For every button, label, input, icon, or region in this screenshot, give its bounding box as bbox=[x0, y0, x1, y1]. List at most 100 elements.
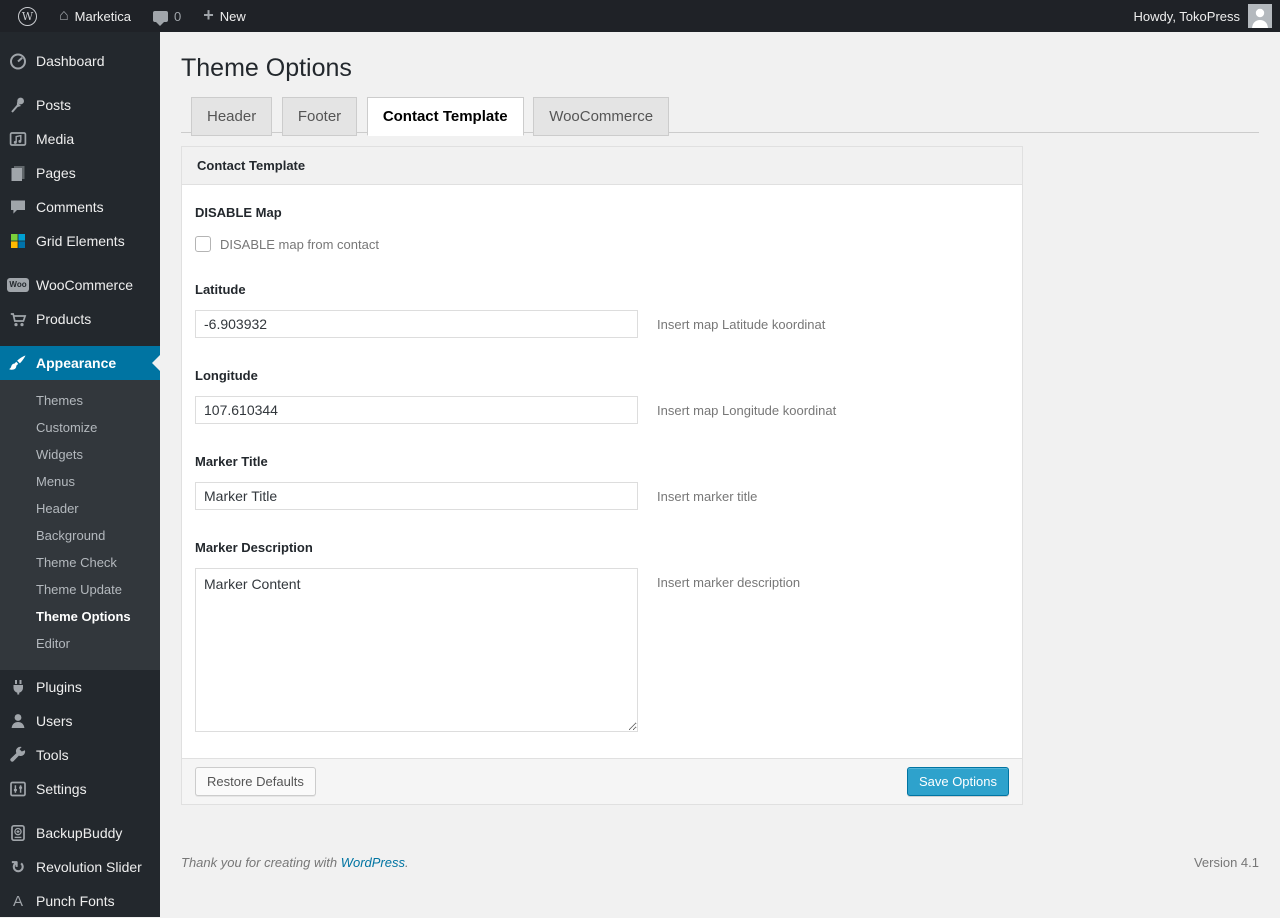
sidebar-item-dashboard[interactable]: Dashboard bbox=[0, 44, 160, 78]
sidebar-item-label: BackupBuddy bbox=[36, 826, 122, 840]
panel-footer: Restore Defaults Save Options bbox=[182, 758, 1022, 804]
menu-separator bbox=[0, 336, 160, 346]
submenu-item-theme-check[interactable]: Theme Check bbox=[0, 549, 160, 576]
sidebar-item-appearance[interactable]: Appearance bbox=[0, 346, 160, 380]
comment-bubble-icon bbox=[153, 11, 168, 22]
site-link[interactable]: ⌂ Marketica bbox=[51, 0, 139, 32]
user-icon bbox=[8, 711, 28, 731]
appearance-submenu: Themes Customize Widgets Menus Header Ba… bbox=[0, 380, 160, 670]
sidebar-item-label: Appearance bbox=[36, 356, 116, 370]
howdy-account-link[interactable]: Howdy, TokoPress bbox=[1134, 9, 1240, 24]
submenu-item-header[interactable]: Header bbox=[0, 495, 160, 522]
sidebar-item-posts[interactable]: Posts bbox=[0, 88, 160, 122]
site-name: Marketica bbox=[75, 9, 131, 24]
submenu-item-background[interactable]: Background bbox=[0, 522, 160, 549]
thanks-suffix: . bbox=[405, 855, 409, 870]
dashboard-icon bbox=[8, 51, 28, 71]
sidebar-item-grid-elements[interactable]: Grid Elements bbox=[0, 224, 160, 258]
save-options-button[interactable]: Save Options bbox=[907, 767, 1009, 796]
backup-drive-icon bbox=[8, 823, 28, 843]
cart-icon bbox=[8, 309, 28, 329]
longitude-input[interactable] bbox=[195, 396, 638, 424]
thanks-text: Thank you for creating with WordPress. bbox=[181, 855, 409, 870]
marker-title-input[interactable] bbox=[195, 482, 638, 510]
sidebar-item-media[interactable]: Media bbox=[0, 122, 160, 156]
letter-a-icon: A bbox=[8, 891, 28, 911]
sidebar-item-label: WooCommerce bbox=[36, 278, 133, 292]
submenu-item-customize[interactable]: Customize bbox=[0, 414, 160, 441]
sidebar-item-users[interactable]: Users bbox=[0, 704, 160, 738]
home-icon: ⌂ bbox=[59, 8, 69, 24]
admin-bar: W ⌂ Marketica 0 + New Howdy, TokoPress bbox=[0, 0, 1280, 32]
field-hint: Insert map Latitude koordinat bbox=[657, 317, 825, 332]
sidebar-item-label: Posts bbox=[36, 98, 71, 112]
tab-contact-template[interactable]: Contact Template bbox=[367, 97, 524, 136]
media-icon bbox=[8, 129, 28, 149]
submenu-item-editor[interactable]: Editor bbox=[0, 630, 160, 657]
disable-map-field: DISABLE Map DISABLE map from contact bbox=[195, 205, 1009, 252]
sidebar-item-label: Products bbox=[36, 312, 91, 326]
checkbox-label: DISABLE map from contact bbox=[220, 237, 379, 252]
restore-defaults-button[interactable]: Restore Defaults bbox=[195, 767, 316, 796]
submenu-item-theme-update[interactable]: Theme Update bbox=[0, 576, 160, 603]
sidebar-item-backupbuddy[interactable]: BackupBuddy bbox=[0, 816, 160, 850]
sidebar-item-label: Punch Fonts bbox=[36, 894, 115, 908]
tab-footer[interactable]: Footer bbox=[282, 97, 357, 136]
pages-icon bbox=[8, 163, 28, 183]
submenu-item-menus[interactable]: Menus bbox=[0, 468, 160, 495]
menu-separator bbox=[0, 78, 160, 88]
page-title: Theme Options bbox=[181, 32, 1259, 83]
panel-title: Contact Template bbox=[182, 147, 1022, 185]
field-label: Marker Description bbox=[195, 540, 1009, 555]
sidebar-item-settings[interactable]: Settings bbox=[0, 772, 160, 806]
new-label: New bbox=[220, 9, 246, 24]
pin-icon bbox=[8, 95, 28, 115]
latitude-field: Latitude Insert map Latitude koordinat bbox=[195, 282, 1009, 338]
menu-separator bbox=[0, 806, 160, 816]
sidebar-item-label: Tools bbox=[36, 748, 69, 762]
sidebar-item-punch-fonts[interactable]: A Punch Fonts bbox=[0, 884, 160, 918]
marker-description-textarea[interactable]: Marker Content bbox=[195, 568, 638, 732]
menu-separator bbox=[0, 258, 160, 268]
sidebar-item-label: Revolution Slider bbox=[36, 860, 142, 874]
sidebar-item-label: Media bbox=[36, 132, 74, 146]
avatar[interactable] bbox=[1248, 4, 1272, 28]
submenu-item-widgets[interactable]: Widgets bbox=[0, 441, 160, 468]
sidebar-item-woocommerce[interactable]: Woo WooCommerce bbox=[0, 268, 160, 302]
plug-icon bbox=[8, 677, 28, 697]
tab-woocommerce[interactable]: WooCommerce bbox=[533, 97, 669, 136]
submenu-item-themes[interactable]: Themes bbox=[0, 387, 160, 414]
page-footer: Thank you for creating with WordPress. V… bbox=[181, 855, 1259, 870]
version-text: Version 4.1 bbox=[1194, 855, 1259, 870]
wp-logo-menu[interactable]: W bbox=[10, 0, 45, 32]
wrench-icon bbox=[8, 745, 28, 765]
brush-icon bbox=[8, 353, 28, 373]
latitude-input[interactable] bbox=[195, 310, 638, 338]
field-hint: Insert marker title bbox=[657, 489, 757, 504]
wordpress-logo-icon: W bbox=[18, 7, 37, 26]
sidebar-item-label: Pages bbox=[36, 166, 76, 180]
sidebar-item-comments[interactable]: Comments bbox=[0, 190, 160, 224]
plus-icon: + bbox=[203, 6, 214, 24]
comments-shortcut[interactable]: 0 bbox=[145, 0, 189, 32]
sidebar-item-products[interactable]: Products bbox=[0, 302, 160, 336]
field-hint: Insert map Longitude koordinat bbox=[657, 403, 836, 418]
sidebar-item-tools[interactable]: Tools bbox=[0, 738, 160, 772]
sidebar-item-label: Settings bbox=[36, 782, 87, 796]
submenu-item-theme-options[interactable]: Theme Options bbox=[0, 603, 160, 630]
sidebar-item-plugins[interactable]: Plugins bbox=[0, 670, 160, 704]
longitude-field: Longitude Insert map Longitude koordinat bbox=[195, 368, 1009, 424]
tab-header[interactable]: Header bbox=[191, 97, 272, 136]
sidebar-item-label: Dashboard bbox=[36, 54, 105, 68]
panel-body: DISABLE Map DISABLE map from contact Lat… bbox=[182, 185, 1022, 758]
main-content: Theme Options Header Footer Contact Temp… bbox=[160, 32, 1280, 917]
disable-map-checkbox[interactable] bbox=[195, 236, 211, 252]
wordpress-link[interactable]: WordPress bbox=[341, 855, 405, 870]
new-content-menu[interactable]: + New bbox=[195, 0, 254, 32]
comment-icon bbox=[8, 197, 28, 217]
field-label: Marker Title bbox=[195, 454, 1009, 469]
tab-bar: Header Footer Contact Template WooCommer… bbox=[181, 96, 1259, 133]
sidebar-item-revolution-slider[interactable]: ↻ Revolution Slider bbox=[0, 850, 160, 884]
field-label: Latitude bbox=[195, 282, 1009, 297]
sidebar-item-pages[interactable]: Pages bbox=[0, 156, 160, 190]
